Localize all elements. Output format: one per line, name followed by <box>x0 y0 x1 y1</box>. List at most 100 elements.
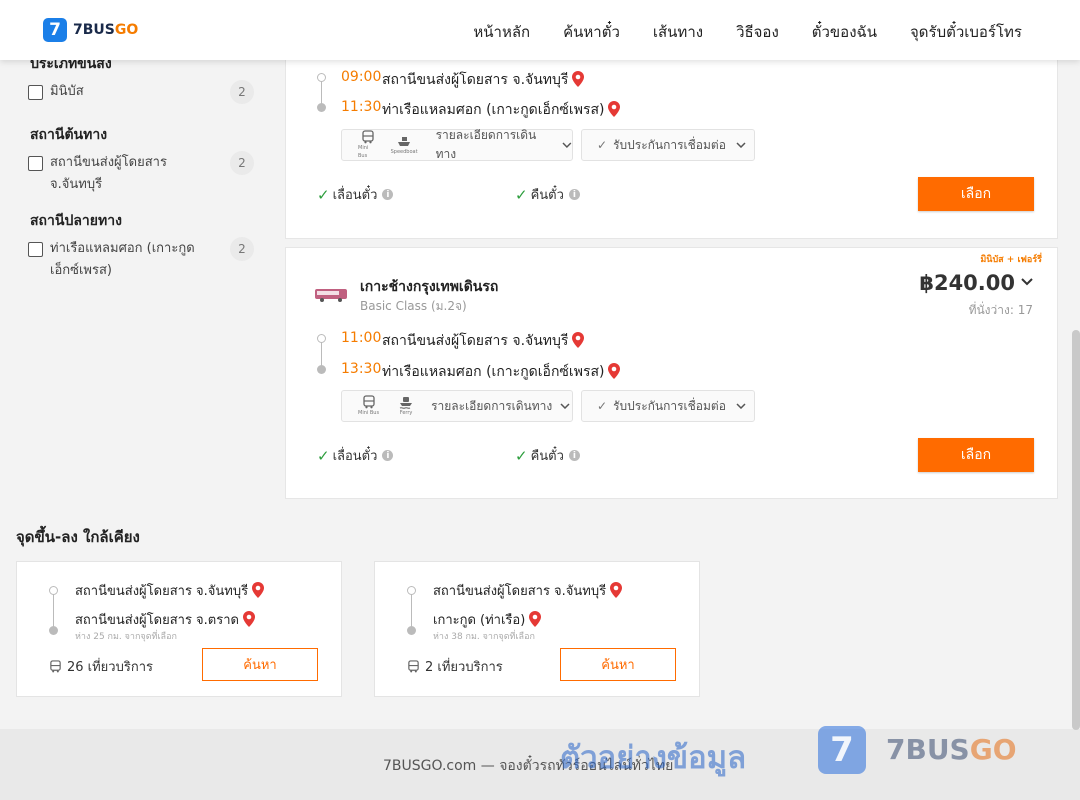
filter-label: สถานีขนส่งผู้โดยสาร จ.จันทบุรี <box>50 155 167 192</box>
nav-search-tickets[interactable]: ค้นหาตั๋ว <box>563 20 620 44</box>
arrive-station: ท่าเรือแหลมศอก (เกาะกูดเอ็กซ์เพรส) <box>382 99 621 121</box>
filter-title-origin: สถานีต้นทาง <box>30 127 108 143</box>
map-pin-icon[interactable] <box>572 332 585 348</box>
nearby-from: สถานีขนส่งผู้โดยสาร จ.จันทบุรี <box>433 580 623 601</box>
info-icon[interactable]: i <box>568 450 580 461</box>
info-icon[interactable]: i <box>382 189 394 200</box>
depart-time: 09:00 <box>341 69 382 85</box>
check-icon: ✓ <box>515 185 528 204</box>
checkmark-icon: ✓ <box>597 138 608 152</box>
logo-mark: 7 <box>43 18 67 42</box>
depart-dot <box>317 334 326 343</box>
trip-price: ฿240.00 <box>919 271 1015 295</box>
main-nav: หน้าหลัก ค้นหาตั๋ว เส้นทาง วิธีจอง ตั๋วข… <box>473 20 1022 44</box>
operator-logo <box>315 289 347 302</box>
nearby-distance: ห่าง 38 กม. จากจุดที่เลือก <box>433 632 535 642</box>
nav-home[interactable]: หน้าหลัก <box>473 20 530 44</box>
minibus-icon: Mini Bus <box>358 130 379 160</box>
checkbox[interactable] <box>28 156 43 171</box>
nav-how-to-book[interactable]: วิธีจอง <box>736 20 779 44</box>
chevron-down-icon <box>736 142 746 148</box>
filter-label: ท่าเรือแหลมศอก (เกาะกูดเอ็กซ์เพรส) <box>50 241 195 278</box>
seats-available: ที่นั่งว่าง: 17 <box>968 303 1033 317</box>
checkmark-icon: ✓ <box>597 399 608 413</box>
speedboat-icon: Speedboat <box>391 134 418 156</box>
minibus-icon: Mini Bus <box>358 395 379 417</box>
map-pin-icon[interactable] <box>242 611 255 627</box>
depart-dot <box>317 73 326 82</box>
vehicle-combo-badge: มินิบัส + เฟอร์รี่ <box>980 255 1042 265</box>
nearby-from: สถานีขนส่งผู้โดยสาร จ.จันทบุรี <box>75 580 265 601</box>
bus-icon <box>408 660 419 673</box>
chevron-down-icon[interactable] <box>1021 278 1033 286</box>
reschedule-info: ✓ เลื่อนตั๋ว i <box>317 445 394 466</box>
depart-station: สถานีขนส่งผู้โดยสาร จ.จันทบุรี <box>382 69 585 91</box>
checkbox[interactable] <box>28 242 43 257</box>
nearby-card: สถานีขนส่งผู้โดยสาร จ.จันทบุรี เกาะกูด (… <box>374 561 700 697</box>
trip-details-dropdown[interactable]: Mini Bus Speedboat รายละเอียดการเดินทาง <box>341 128 573 161</box>
filter-count: 2 <box>230 80 254 104</box>
chevron-down-icon <box>560 403 570 409</box>
nearby-search-button[interactable]: ค้นหา <box>202 648 318 681</box>
arrive-dot <box>317 103 326 112</box>
chevron-down-icon <box>562 142 572 148</box>
filter-count: 2 <box>230 237 254 261</box>
filter-option-origin[interactable]: สถานีขนส่งผู้โดยสาร จ.จันทบุรี 2 <box>28 151 254 196</box>
info-icon[interactable]: i <box>568 189 580 200</box>
check-icon: ✓ <box>317 446 330 465</box>
to-dot <box>407 626 416 635</box>
map-pin-icon[interactable] <box>608 101 621 117</box>
nav-routes[interactable]: เส้นทาง <box>653 20 703 44</box>
filter-count: 2 <box>230 151 254 175</box>
checkbox[interactable] <box>28 85 43 100</box>
arrive-time: 11:30 <box>341 99 382 115</box>
nearby-section-title: จุดขึ้น-ลง ใกล้เคียง <box>16 528 140 546</box>
select-trip-button[interactable]: เลือก <box>918 177 1034 211</box>
trip-card: มินิบัส + เฟอร์รี่ เกาะช้างกรุงเทพเดินรถ… <box>285 247 1058 499</box>
map-pin-icon[interactable] <box>610 582 623 598</box>
map-pin-icon[interactable] <box>608 363 621 379</box>
guarantee-label: รับประกันการเชื่อมต่อ <box>613 398 726 413</box>
depart-station: สถานีขนส่งผู้โดยสาร จ.จันทบุรี <box>382 330 585 352</box>
nearby-to: สถานีขนส่งผู้โดยสาร จ.ตราด <box>75 609 255 630</box>
nearby-card: สถานีขนส่งผู้โดยสาร จ.จันทบุรี สถานีขนส่… <box>16 561 342 697</box>
watermark-brand: 7BUSGO <box>886 733 1017 766</box>
filter-option-minibus[interactable]: มินิบัส 2 <box>28 80 254 104</box>
select-trip-button[interactable]: เลือก <box>918 438 1034 472</box>
connection-guarantee-dropdown[interactable]: ✓ รับประกันการเชื่อมต่อ <box>581 390 755 422</box>
logo-text: 7BUSGO <box>73 22 139 38</box>
operator-name: เกาะช้างกรุงเทพเดินรถ <box>360 279 499 295</box>
chevron-down-icon <box>736 403 746 409</box>
check-icon: ✓ <box>515 446 528 465</box>
trip-details-label: รายละเอียดการเดินทาง <box>431 398 553 413</box>
connection-guarantee-dropdown[interactable]: ✓ รับประกันการเชื่อมต่อ <box>581 129 755 161</box>
map-pin-icon[interactable] <box>252 582 265 598</box>
filter-title-destination: สถานีปลายทาง <box>30 213 122 229</box>
map-pin-icon[interactable] <box>529 611 542 627</box>
nav-ticket-points[interactable]: จุดรับตั๋วเบอร์โทร <box>910 20 1022 44</box>
nav-my-tickets[interactable]: ตั๋วของฉัน <box>812 20 877 44</box>
top-header: 7 7BUSGO หน้าหลัก ค้นหาตั๋ว เส้นทาง วิธี… <box>0 0 1080 60</box>
arrive-dot <box>317 365 326 374</box>
nearby-trips: 2 เที่ยวบริการ <box>407 656 503 677</box>
watermark-logo-mark: 7 <box>818 726 866 774</box>
route-line <box>53 594 54 628</box>
trip-details-dropdown[interactable]: Mini Bus Ferry รายละเอียดการเดินทาง <box>341 390 573 422</box>
info-icon[interactable]: i <box>382 450 394 461</box>
page-scrollbar[interactable] <box>1072 330 1080 730</box>
refund-info: ✓ คืนตั๋ว i <box>515 184 580 205</box>
nearby-search-button[interactable]: ค้นหา <box>560 648 676 681</box>
trip-details-label: รายละเอียดการเดินทาง <box>435 128 537 161</box>
ferry-icon: Ferry <box>399 395 413 417</box>
map-pin-icon[interactable] <box>572 71 585 87</box>
nearby-distance: ห่าง 25 กม. จากจุดที่เลือก <box>75 632 177 642</box>
bus-icon <box>50 660 61 673</box>
guarantee-label: รับประกันการเชื่อมต่อ <box>613 137 726 152</box>
depart-time: 11:00 <box>341 330 382 346</box>
from-dot <box>49 586 58 595</box>
watermark-text: ตัวอย่างข้อมูล <box>560 740 747 776</box>
reschedule-info: ✓ เลื่อนตั๋ว i <box>317 184 394 205</box>
brand-logo[interactable]: 7 7BUSGO <box>43 18 138 42</box>
refund-info: ✓ คืนตั๋ว i <box>515 445 580 466</box>
filter-option-destination[interactable]: ท่าเรือแหลมศอก (เกาะกูดเอ็กซ์เพรส) 2 <box>28 237 254 282</box>
